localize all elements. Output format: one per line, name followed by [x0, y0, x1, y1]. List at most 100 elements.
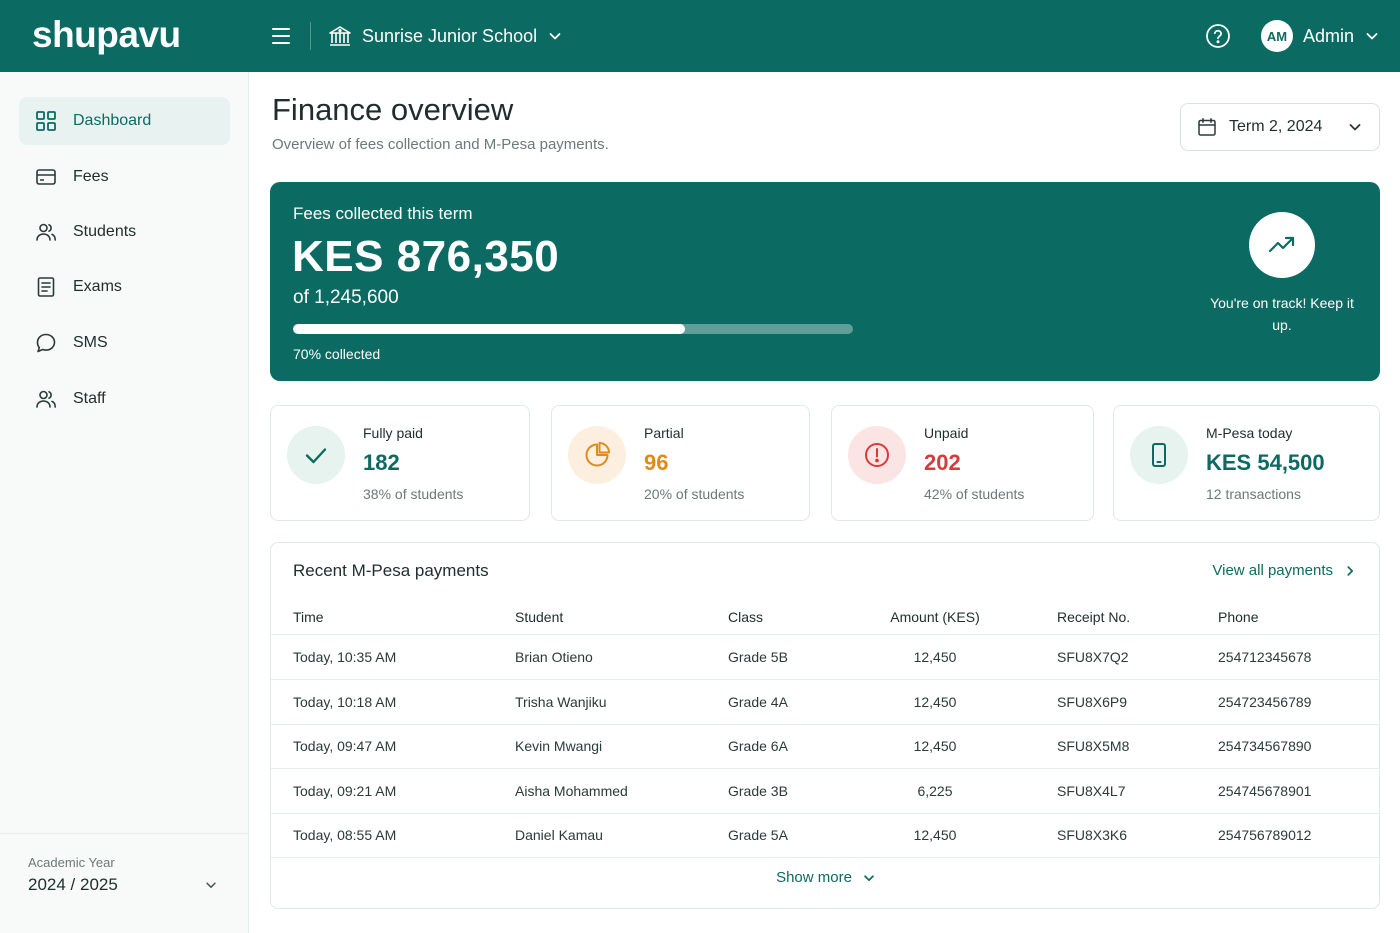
- cell-phone: 254756789012: [1218, 827, 1312, 843]
- cell-amount: 12,450: [913, 694, 957, 710]
- view-all-payments-link[interactable]: View all payments: [1212, 562, 1357, 579]
- show-more-button[interactable]: Show more: [271, 869, 1379, 886]
- collection-percent-label: 70% collected: [293, 346, 381, 362]
- hamburger-icon: [272, 28, 290, 30]
- sidebar-item-students[interactable]: Students: [19, 208, 230, 256]
- menu-toggle-button[interactable]: [268, 24, 294, 48]
- academic-year-label: Academic Year: [28, 855, 115, 870]
- column-header-student[interactable]: Student: [515, 599, 563, 634]
- card-icon: [36, 169, 56, 185]
- table-header: Time Student Class Amount (KES) Receipt …: [271, 599, 1379, 635]
- fees-collected-card: Fees collected this term KES 876,350 of …: [270, 182, 1380, 381]
- help-button[interactable]: [1205, 23, 1231, 49]
- school-selector[interactable]: Sunrise Junior School: [328, 22, 563, 50]
- school-building-icon: [329, 26, 351, 46]
- sidebar-item-sms[interactable]: SMS: [19, 319, 230, 367]
- sidebar-item-exams[interactable]: Exams: [19, 263, 230, 311]
- table-row[interactable]: Today, 09:47 AM Kevin Mwangi Grade 6A 12…: [271, 724, 1379, 769]
- cell-amount: 6,225: [917, 783, 953, 799]
- chevron-down-icon: [549, 33, 561, 40]
- stat-subtext: 20% of students: [644, 486, 745, 502]
- cell-time: Today, 09:47 AM: [293, 738, 397, 754]
- column-header-phone[interactable]: Phone: [1218, 599, 1258, 634]
- column-header-amount[interactable]: Amount (KES): [871, 599, 999, 634]
- cell-time: Today, 10:35 AM: [293, 649, 397, 665]
- help-icon: [1206, 24, 1230, 48]
- sidebar-item-label: SMS: [73, 334, 108, 351]
- stat-subtext: 12 transactions: [1206, 486, 1301, 502]
- school-name: Sunrise Junior School: [362, 25, 538, 46]
- cell-receipt: SFU8X4L7: [1057, 783, 1126, 799]
- users-icon: [36, 223, 56, 241]
- cell-amount: 12,450: [913, 827, 957, 843]
- chevron-down-icon: [1349, 124, 1361, 131]
- cell-phone: 254745678901: [1218, 783, 1312, 799]
- term-select[interactable]: Term 2, 2024: [1180, 103, 1380, 151]
- stat-card-mpesa-today[interactable]: M-Pesa today KES 54,500 12 transactions: [1113, 405, 1380, 521]
- stat-value: KES 54,500: [1206, 450, 1325, 475]
- sidebar-item-label: Exams: [73, 278, 122, 295]
- cell-phone: 254712345678: [1218, 649, 1312, 665]
- cell-student: Aisha Mohammed: [515, 783, 628, 799]
- stat-title: Unpaid: [924, 425, 969, 441]
- chat-icon: [36, 333, 56, 353]
- table-row[interactable]: Today, 09:21 AM Aisha Mohammed Grade 3B …: [271, 769, 1379, 814]
- cell-student: Kevin Mwangi: [515, 738, 603, 754]
- cell-receipt: SFU8X6P9: [1057, 694, 1128, 710]
- sidebar-item-staff[interactable]: Staff: [19, 375, 230, 423]
- academic-year-select[interactable]: 2024 / 2025: [28, 875, 218, 895]
- app-logo[interactable]: shupavu: [32, 14, 181, 56]
- chevron-down-icon: [864, 874, 874, 881]
- column-header-class[interactable]: Class: [728, 599, 763, 634]
- recent-payments-panel: Recent M-Pesa payments View all payments…: [270, 542, 1380, 909]
- show-more-label: Show more: [776, 869, 852, 886]
- fees-collected-amount: KES 876,350: [292, 232, 560, 281]
- cell-class: Grade 5A: [728, 827, 788, 843]
- phone-icon: [1130, 426, 1188, 484]
- column-header-time[interactable]: Time: [293, 599, 324, 634]
- trending-up-icon: [1268, 236, 1295, 253]
- cell-phone: 254723456789: [1218, 694, 1312, 710]
- user-menu[interactable]: AM Admin: [1261, 20, 1380, 52]
- page-title: Finance overview: [272, 92, 514, 127]
- top-bar: shupavu Sunrise Junior School AM Admin: [0, 0, 1400, 72]
- cell-class: Grade 3B: [728, 783, 788, 799]
- cell-class: Grade 6A: [728, 738, 788, 754]
- table-row[interactable]: Today, 08:55 AM Daniel Kamau Grade 5A 12…: [271, 813, 1379, 858]
- cell-student: Daniel Kamau: [515, 827, 603, 843]
- on-track-message: You're on track! Keep it up.: [1210, 295, 1354, 333]
- stat-subtext: 38% of students: [363, 486, 464, 502]
- sidebar-divider: [0, 833, 249, 834]
- view-all-label: View all payments: [1212, 562, 1333, 579]
- sidebar-item-label: Fees: [73, 168, 109, 185]
- stat-value: 182: [363, 450, 400, 475]
- stat-card-fully-paid[interactable]: Fully paid 182 38% of students: [270, 405, 530, 521]
- cell-receipt: SFU8X5M8: [1057, 738, 1130, 754]
- stat-title: Partial: [644, 425, 684, 441]
- page-subtitle: Overview of fees collection and M-Pesa p…: [272, 136, 609, 153]
- chevron-right-icon: [1347, 565, 1354, 576]
- cell-student: Trisha Wanjiku: [515, 694, 607, 710]
- users-icon: [36, 390, 56, 408]
- stat-card-partial[interactable]: Partial 96 20% of students: [551, 405, 810, 521]
- cell-class: Grade 4A: [728, 694, 788, 710]
- cell-class: Grade 5B: [728, 649, 788, 665]
- pie-chart-icon: [568, 426, 626, 484]
- calendar-icon: [1198, 118, 1216, 136]
- stat-card-unpaid[interactable]: Unpaid 202 42% of students: [831, 405, 1094, 521]
- cell-receipt: SFU8X3K6: [1057, 827, 1128, 843]
- stat-value: 96: [644, 450, 669, 475]
- sidebar-item-label: Students: [73, 223, 137, 240]
- stat-value: 202: [924, 450, 961, 475]
- user-name: Admin: [1303, 25, 1355, 46]
- table-row[interactable]: Today, 10:35 AM Brian Otieno Grade 5B 12…: [271, 635, 1379, 680]
- check-icon: [287, 426, 345, 484]
- sidebar-item-dashboard[interactable]: Dashboard: [19, 97, 230, 145]
- document-icon: [37, 277, 55, 297]
- cell-amount: 12,450: [913, 738, 957, 754]
- stat-title: M-Pesa today: [1206, 425, 1293, 441]
- sidebar-item-fees[interactable]: Fees: [19, 153, 230, 201]
- column-header-receipt[interactable]: Receipt No.: [1057, 599, 1130, 634]
- collection-progress-bar: [293, 324, 853, 334]
- table-row[interactable]: Today, 10:18 AM Trisha Wanjiku Grade 4A …: [271, 680, 1379, 725]
